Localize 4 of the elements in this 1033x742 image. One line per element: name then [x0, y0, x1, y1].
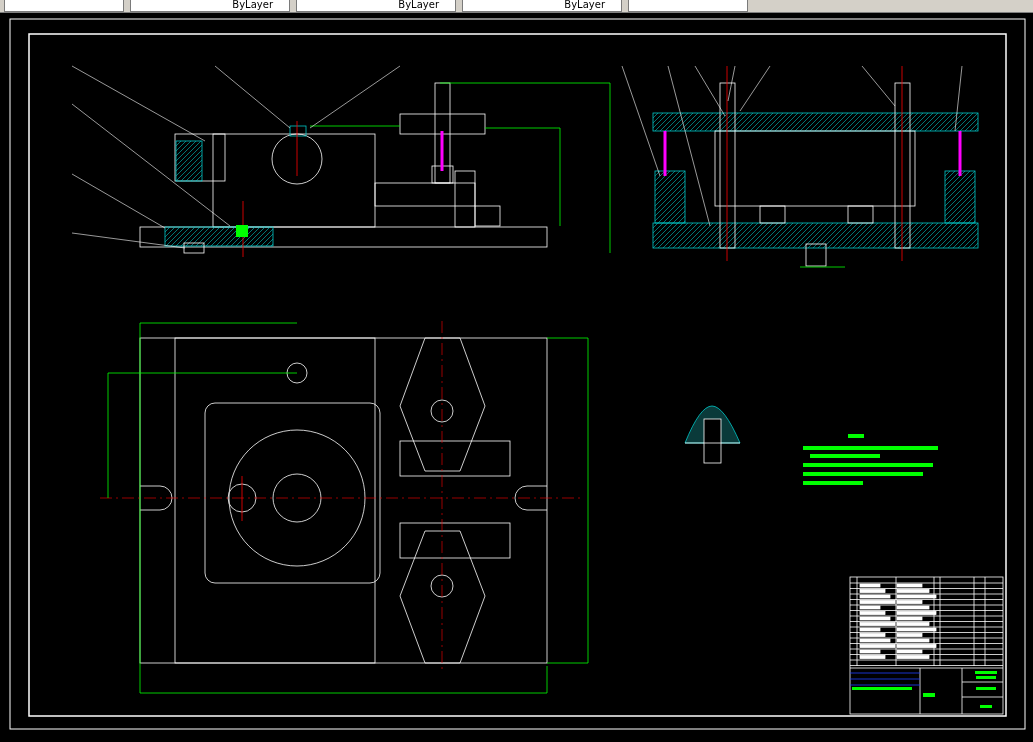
property-dropdown[interactable]: ByLayer	[296, 0, 456, 12]
section-detail-drawing	[684, 405, 741, 464]
property-dropdown[interactable]: ByLayer	[462, 0, 622, 12]
property-dropdown[interactable]: ByLayer	[130, 0, 290, 12]
